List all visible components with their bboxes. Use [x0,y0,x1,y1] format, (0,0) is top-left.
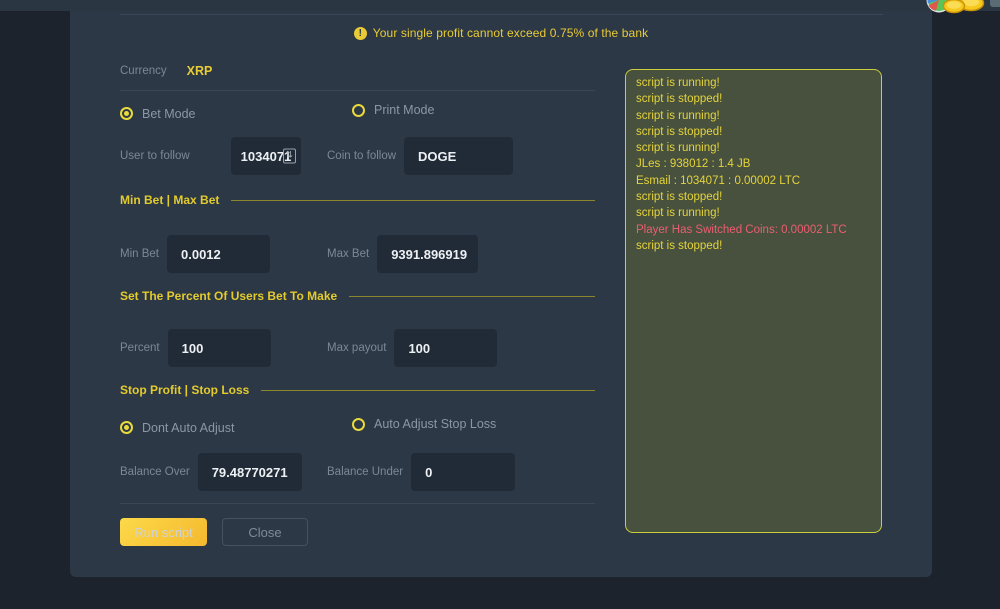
log-line: script is stopped! [636,91,871,107]
user-to-follow-field: ⇅ [231,137,301,175]
divider [120,90,595,91]
log-line: script is running! [636,205,871,221]
coin-to-follow-field: Coin to follow [327,137,513,175]
page-header-bar [0,0,1000,11]
action-buttons: Run script Close [120,518,595,546]
radio-unselected-icon [352,104,365,117]
auto-adjust-radio[interactable]: Auto Adjust Stop Loss [352,417,496,431]
balance-under-input[interactable] [411,453,515,491]
log-line: Esmail : 1034071 : 0.00002 LTC [636,173,871,189]
bet-mode-label: Bet Mode [142,107,196,121]
script-log-output[interactable]: script is running!script is stopped!scri… [625,69,882,533]
auto-adjust-label: Auto Adjust Stop Loss [374,417,496,431]
log-line: script is running! [636,108,871,124]
currency-row: Currency XRP [120,62,595,80]
coins-pie-chart-icon[interactable] [924,0,986,20]
adjust-radio-group: Dont Auto Adjust Auto Adjust Stop Loss [120,417,595,433]
ui-fragment [990,0,1000,7]
mode-radio-group: Bet Mode Print Mode [120,103,595,119]
bet-mode-radio[interactable]: Bet Mode [120,107,196,121]
profit-notice: ! Your single profit cannot exceed 0.75%… [70,25,932,41]
radio-selected-icon [120,421,133,434]
max-bet-input[interactable] [377,235,478,273]
balance-over-label: Balance Over [120,466,190,478]
divider [120,14,883,15]
max-bet-label: Max Bet [327,248,369,260]
run-script-button[interactable]: Run script [120,518,207,546]
balance-under-field: Balance Under [327,453,515,491]
min-bet-label: Min Bet [120,248,159,260]
max-payout-field: Max payout [327,329,497,367]
coin-to-follow-input[interactable] [404,137,513,175]
max-payout-label: Max payout [327,342,386,354]
minmax-section-header: Min Bet | Max Bet [120,193,595,207]
print-mode-radio[interactable]: Print Mode [352,103,434,117]
log-line: script is running! [636,75,871,91]
log-line: script is stopped! [636,238,871,254]
log-line: Player Has Switched Coins: 0.00002 LTC [636,222,871,238]
log-line: script is stopped! [636,124,871,140]
currency-label: Currency [120,65,167,77]
print-mode-label: Print Mode [374,103,434,117]
divider [120,503,595,504]
header-line [261,390,595,391]
stop-header-text: Stop Profit | Stop Loss [120,383,249,397]
log-line: script is running! [636,140,871,156]
dont-auto-adjust-label: Dont Auto Adjust [142,421,234,435]
notice-text: Your single profit cannot exceed 0.75% o… [373,26,648,40]
close-button[interactable]: Close [222,518,308,546]
balance-row: Balance Over Balance Under [120,453,595,491]
exclamation-circle-icon: ! [354,27,367,40]
percent-input[interactable] [168,329,271,367]
user-to-follow-label: User to follow [120,150,190,162]
radio-selected-icon [120,107,133,120]
percent-row: Percent Max payout [120,329,595,367]
radio-unselected-icon [352,418,365,431]
coin-to-follow-label: Coin to follow [327,150,396,162]
log-line: JLes : 938012 : 1.4 JB [636,156,871,172]
header-line [349,296,595,297]
max-payout-input[interactable] [394,329,497,367]
currency-value[interactable]: XRP [187,64,213,78]
percent-label: Percent [120,342,160,354]
stop-section-header: Stop Profit | Stop Loss [120,383,595,397]
number-stepper-icon[interactable]: ⇅ [283,149,296,164]
script-settings-modal: ! Your single profit cannot exceed 0.75%… [70,11,932,577]
dont-auto-adjust-radio[interactable]: Dont Auto Adjust [120,421,234,435]
percent-header-text: Set The Percent Of Users Bet To Make [120,289,337,303]
minmax-header-text: Min Bet | Max Bet [120,193,219,207]
script-settings-form: Currency XRP Bet Mode Print Mode User to… [120,57,595,546]
minmax-row: Min Bet Max Bet [120,235,595,273]
header-line [231,200,595,201]
balance-over-input[interactable] [198,453,302,491]
max-bet-field: Max Bet [327,235,478,273]
balance-under-label: Balance Under [327,466,403,478]
follow-row: User to follow ⇅ Coin to follow [120,137,595,175]
log-line: script is stopped! [636,189,871,205]
min-bet-input[interactable] [167,235,270,273]
percent-section-header: Set The Percent Of Users Bet To Make [120,289,595,303]
